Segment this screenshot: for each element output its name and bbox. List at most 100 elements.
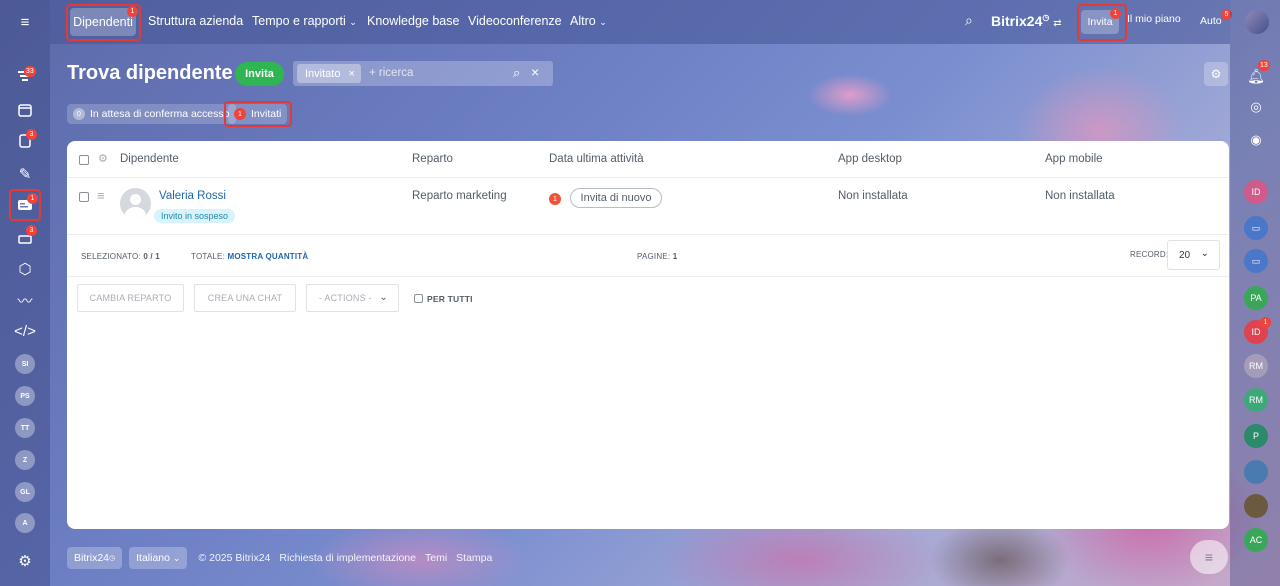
tab-videoconferenze[interactable]: Videoconferenze (468, 14, 562, 28)
column-header-reparto[interactable]: Reparto (412, 153, 453, 165)
rail-avatar-id[interactable]: ID (1244, 180, 1268, 204)
records-value: 20 (1179, 249, 1191, 261)
tab-dipendenti-highlight (66, 4, 141, 41)
selected-counter: SELEZIONATO: 0 / 1 (81, 252, 160, 261)
column-header-dipendente[interactable]: Dipendente (120, 153, 179, 165)
list-icon: ≡ (1204, 549, 1214, 565)
target-icon[interactable]: ◎ (1244, 95, 1268, 119)
search-icon[interactable]: ⌕ (965, 12, 973, 29)
rail-camera-icon[interactable]: ▭ (1244, 249, 1268, 273)
invite-button[interactable]: Invita (235, 62, 284, 86)
rail-avatar-rm[interactable]: RM (1244, 354, 1268, 378)
close-icon[interactable]: × (348, 68, 354, 80)
invite-top-highlight (1077, 4, 1127, 41)
tasks-badge: 3 (26, 129, 37, 140)
feed-badge: 33 (24, 66, 36, 77)
select-all-checkbox[interactable] (79, 155, 89, 165)
change-department-button[interactable]: CAMBIA REPARTO (77, 284, 184, 312)
search-icon[interactable]: ⌕ (513, 65, 520, 81)
footer-link-themes[interactable]: Temi (425, 552, 447, 564)
swap-icon: ⇄ (1053, 18, 1062, 29)
language-select[interactable]: Italiano ⌄ (129, 547, 188, 569)
clear-icon[interactable]: × (531, 64, 539, 80)
page-footer: Bitrix24 ◷ Italiano ⌄ © 2025 Bitrix24 Ric… (67, 547, 492, 569)
chevron-down-icon: ⌄ (379, 292, 388, 303)
filter-chip-label: Invitato (305, 67, 341, 80)
sidebar-avatar-z[interactable]: Z (15, 450, 35, 470)
chevron-down-icon: ⌄ (1200, 248, 1209, 259)
calendar-icon[interactable] (10, 97, 40, 123)
tab-tempo[interactable]: Tempo e rapporti ⌄ (252, 14, 357, 28)
rail-avatar-ac[interactable]: AC (1244, 528, 1268, 552)
rail-video-icon[interactable]: ▭ (1244, 216, 1268, 240)
column-settings-icon[interactable]: ⚙ (98, 152, 108, 165)
header-divider (67, 177, 1229, 178)
menu-icon[interactable]: ≡ (10, 9, 40, 35)
rail-photo-avatar[interactable] (1244, 460, 1268, 484)
pending-count: 0 (73, 108, 85, 120)
code-icon[interactable]: </> (10, 318, 40, 344)
rail-photo-avatar-2[interactable] (1244, 494, 1268, 518)
quick-menu-button[interactable]: ≡ (1190, 540, 1228, 574)
footer-link-print[interactable]: Stampa (456, 552, 492, 564)
tab-knowledge[interactable]: Knowledge base (367, 14, 459, 28)
desktop-app-cell: Non installata (838, 190, 908, 202)
tab-altro-label: Altro (570, 14, 596, 28)
pen-icon[interactable]: ✎ (10, 161, 40, 187)
employees-highlight (9, 189, 41, 221)
search-placeholder: + ricerca (369, 67, 414, 79)
employee-table-card: ⚙ Dipendente Reparto Data ultima attivit… (67, 141, 1229, 529)
resend-invite-button[interactable]: Invita di nuovo (570, 188, 662, 208)
tasks-icon[interactable]: 3 (10, 128, 40, 154)
create-chat-button[interactable]: CREA UNA CHAT (194, 284, 296, 312)
plan-button[interactable]: Il mio piano (1127, 13, 1181, 25)
brand-text: Bitrix (991, 13, 1027, 29)
page-title: Trova dipendente (67, 62, 233, 84)
actions-select[interactable]: - ACTIONS - ⌄ (306, 284, 399, 312)
filter-chip[interactable]: Invitato × (297, 64, 361, 83)
filter-pending[interactable]: 0 In attesa di conferma accesso (67, 104, 236, 124)
chevron-down-icon: ⌄ (172, 552, 181, 563)
pending-label: In attesa di conferma accesso (90, 108, 230, 120)
avatar (120, 188, 151, 219)
pages-value[interactable]: 1 (673, 252, 678, 261)
mobile-app-cell: Non installata (1045, 190, 1115, 202)
footer-brand[interactable]: Bitrix24 ◷ (67, 547, 123, 569)
for-all-checkbox[interactable] (414, 294, 423, 303)
search-input[interactable]: Invitato × + ricerca ⌕ × (293, 61, 553, 86)
cube-icon[interactable]: ⬡ (10, 256, 40, 282)
signature-icon[interactable]: 〰 (10, 287, 40, 313)
cake-badge: 3 (26, 225, 37, 236)
row-divider (67, 234, 1229, 235)
brand-number: 24 (1026, 13, 1043, 29)
gear-icon[interactable]: ⚙ (10, 548, 40, 574)
feed-icon[interactable]: 33 (10, 63, 40, 89)
auto-button[interactable]: Auto (1200, 15, 1222, 27)
column-header-mobile[interactable]: App mobile (1045, 153, 1103, 165)
rail-avatar-pa[interactable]: PA (1244, 286, 1268, 310)
footer-link-implementation[interactable]: Richiesta di implementazione (279, 552, 416, 564)
row-checkbox[interactable] (79, 192, 89, 202)
clock-icon: ◷ (109, 555, 116, 562)
show-total-link[interactable]: MOSTRA QUANTITÀ (227, 252, 308, 261)
brand-logo[interactable]: Bitrix24◷ ⇄ (991, 13, 1062, 29)
actions-select-label: - ACTIONS - (319, 293, 372, 303)
sidebar-avatar-gl[interactable]: GL (15, 482, 35, 502)
rail-avatar-p[interactable]: P (1244, 424, 1268, 448)
employee-name-link[interactable]: Valeria Rossi (159, 190, 226, 202)
settings-gear-icon[interactable]: ⚙ (1204, 62, 1228, 86)
rail-avatar-rm-2[interactable]: RM (1244, 388, 1268, 412)
tab-struttura[interactable]: Struttura azienda (148, 14, 243, 28)
top-navigation: Dipendenti 1 Struttura azienda Tempo e r… (50, 0, 1269, 44)
sidebar-avatar-tt[interactable]: TT (15, 418, 35, 438)
chat-icon[interactable]: ◉ (1244, 128, 1268, 152)
sidebar-avatar-a[interactable]: A (15, 513, 35, 533)
sidebar-avatar-si[interactable]: SI (15, 354, 35, 374)
tab-altro[interactable]: Altro ⌄ (570, 14, 607, 28)
column-header-desktop[interactable]: App desktop (838, 153, 902, 165)
column-header-attivita[interactable]: Data ultima attività (549, 153, 644, 165)
sidebar-avatar-ps[interactable]: PS (15, 386, 35, 406)
cake-icon[interactable]: 3 (10, 224, 40, 250)
records-select[interactable]: 20 ⌄ (1167, 240, 1220, 270)
row-menu-icon[interactable]: ≡ (97, 188, 105, 203)
